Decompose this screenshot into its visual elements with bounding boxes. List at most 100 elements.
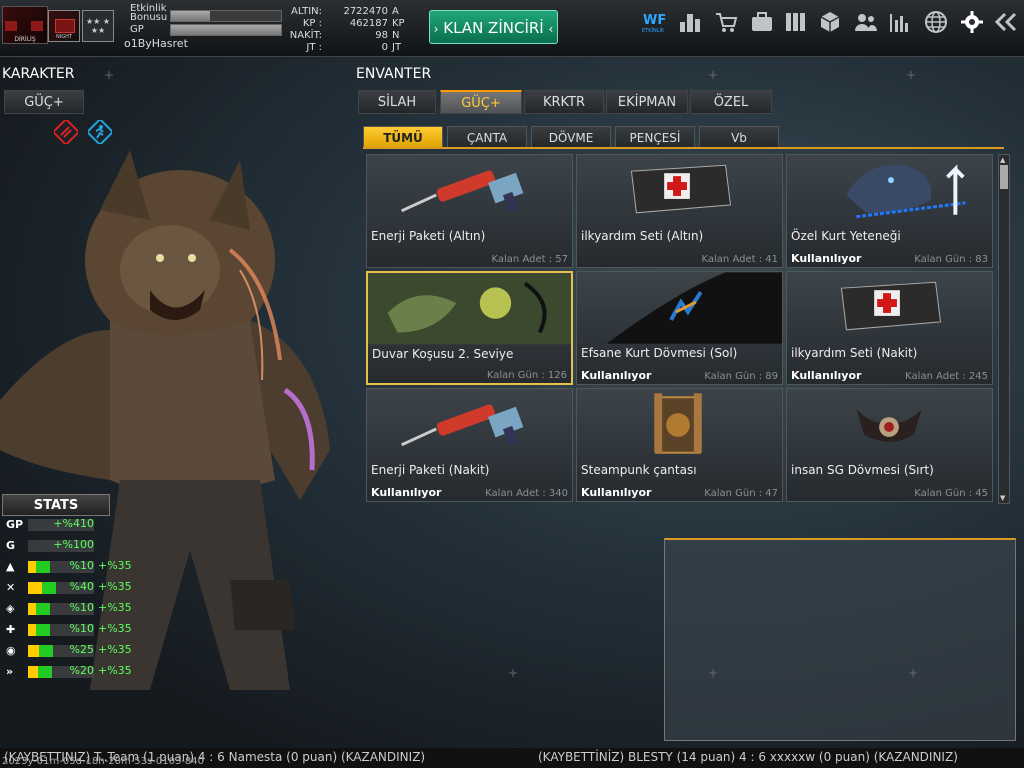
scroll-thumb[interactable] <box>1000 165 1008 189</box>
rank-logo-right-wing <box>31 21 43 31</box>
subtab-pencesi[interactable]: PENÇESİ <box>615 126 695 148</box>
attack-mode-icon[interactable] <box>51 117 81 147</box>
item-status: Kullanılıyor <box>581 486 652 499</box>
item-remaining: Kalan Gün : 45 <box>914 488 988 499</box>
stat-bonus: +%35 <box>98 664 132 677</box>
timestamp: 2023y-01m-05d-18h-20m-53s-0103-840 <box>2 756 204 767</box>
stat-value: %20 <box>69 664 94 677</box>
currency-unit: JT <box>392 42 402 53</box>
item-remaining: Kalan Gün : 83 <box>914 254 988 265</box>
item-name: ilkyardım Seti (Nakit) <box>791 346 918 360</box>
item-status: Kullanılıyor <box>791 369 862 382</box>
friends-icon[interactable] <box>852 8 880 36</box>
emblem-icon <box>856 409 922 442</box>
inventory-item[interactable]: Enerji Paketi (Nakit) Kullanılıyor Kalan… <box>366 388 573 502</box>
briefcase-icon[interactable] <box>748 8 776 36</box>
item-name: insan SG Dövmesi (Sırt) <box>791 463 934 477</box>
subtab-vb[interactable]: Vb <box>699 126 779 148</box>
subtab-dovme[interactable]: DÖVME <box>531 126 611 148</box>
stat-value: %10 <box>69 622 94 635</box>
currency-value: 2722470 <box>343 6 388 17</box>
top-bar: DİRİLİŞ NIGHT ★★ ★ ★★ Etkinlik Bonusu GP… <box>0 0 1024 57</box>
wallrun-icon <box>368 273 571 345</box>
box-icon[interactable] <box>816 8 844 36</box>
stats-icon[interactable] <box>886 8 914 36</box>
tab-guc[interactable]: GÜÇ+ <box>440 90 522 114</box>
inventory-title: ENVANTER <box>356 66 432 82</box>
globe-icon[interactable] <box>922 8 950 36</box>
inventory-item[interactable]: ilkyardım Seti (Nakit) Kullanılıyor Kala… <box>786 271 993 385</box>
chevron-left-icon: ‹ <box>548 22 554 36</box>
currency-label: KP : <box>302 18 322 29</box>
stat-bar-base <box>28 645 39 657</box>
stat-bonus: +%35 <box>98 643 132 656</box>
inventory-item[interactable]: Duvar Koşusu 2. Seviye Kalan Gün : 126 <box>366 271 573 385</box>
gp-label: GP <box>130 24 144 35</box>
currency-label: JT : <box>306 42 322 53</box>
stat-row-health: ✚ %10 +%35 <box>4 621 144 639</box>
scroll-up-icon[interactable]: ▲ <box>1000 156 1005 164</box>
subtab-canta[interactable]: ÇANTA <box>447 126 527 148</box>
wolf-ability-icon <box>846 164 966 219</box>
item-remaining: Kalan Gün : 47 <box>704 488 778 499</box>
run-mode-icon[interactable] <box>85 117 115 147</box>
health-stat-icon: ✚ <box>6 623 16 636</box>
stat-bar-base <box>28 561 36 573</box>
svg-text:WF: WF <box>643 13 666 28</box>
gold-stat-icon: G <box>6 539 16 552</box>
item-status: Kullanılıyor <box>791 252 862 265</box>
stat-value: +%100 <box>53 538 94 551</box>
tab-ekipman[interactable]: EKİPMAN <box>606 90 688 114</box>
inventory-item[interactable]: Özel Kurt Yeteneği Kullanılıyor Kalan Gü… <box>786 154 993 268</box>
event-bonus-label-2: Bonusu <box>130 12 168 23</box>
stat-row-gp: GP +%410 <box>4 516 144 534</box>
item-name: Özel Kurt Yeteneği <box>791 229 901 243</box>
stat-value: %10 <box>69 559 94 572</box>
tab-silah[interactable]: SİLAH <box>358 90 436 114</box>
cart-icon[interactable] <box>712 8 740 36</box>
klan-chain-button[interactable]: › KLAN ZİNCİRİ ‹ <box>429 10 558 44</box>
item-status: Kullanılıyor <box>371 486 442 499</box>
settings-icon[interactable] <box>958 8 986 36</box>
item-name: Enerji Paketi (Altın) <box>371 229 486 243</box>
inventory-item[interactable]: Enerji Paketi (Altın) Kalan Adet : 57 <box>366 154 573 268</box>
syringe-icon <box>401 404 524 447</box>
ranking-icon[interactable] <box>676 8 704 36</box>
exit-icon[interactable] <box>992 8 1020 36</box>
character-tab-guc[interactable]: GÜÇ+ <box>4 90 84 114</box>
inventory-item[interactable]: Steampunk çantası Kullanılıyor Kalan Gün… <box>576 388 783 502</box>
stats-header: STATS <box>2 494 110 516</box>
inventory-item[interactable]: Efsane Kurt Dövmesi (Sol) Kullanılıyor K… <box>576 271 783 385</box>
inventory-item[interactable]: ilkyardım Seti (Altın) Kalan Adet : 41 <box>576 154 783 268</box>
clan-emblem[interactable]: NIGHT <box>48 10 80 42</box>
clan-emblem-label: NIGHT <box>56 34 72 40</box>
inventory-scrollbar[interactable]: ▲ ▼ <box>998 154 1010 504</box>
tab-krktr[interactable]: KRKTR <box>524 90 604 114</box>
stat-row-critical: ◉ %25 +%35 <box>4 642 144 660</box>
attack-stat-icon: ✕ <box>6 581 16 594</box>
stat-row-dash: » %20 +%35 <box>4 663 144 681</box>
lockers-icon[interactable] <box>782 8 810 36</box>
gp-bar-fill <box>171 25 281 35</box>
stat-bar-base <box>28 582 42 594</box>
stat-bar-base <box>28 624 36 636</box>
decorative-plus-icon: + <box>508 666 519 680</box>
tab-ozel[interactable]: ÖZEL <box>690 90 772 114</box>
subtab-tumu[interactable]: TÜMÜ <box>363 126 443 148</box>
event-bonus-bar <box>170 10 282 22</box>
item-remaining: Kalan Adet : 57 <box>491 254 568 265</box>
decorative-plus-icon: + <box>708 68 719 82</box>
stat-bar-bonus <box>36 603 50 615</box>
scroll-down-icon[interactable]: ▼ <box>1000 494 1005 502</box>
stat-row-defense: ◈ %10 +%35 <box>4 600 144 618</box>
gp-bar <box>170 24 282 36</box>
currency-value: 98 <box>375 30 388 41</box>
stat-value: %40 <box>69 580 94 593</box>
event-icon[interactable]: WF ETKİNLİK <box>640 8 668 36</box>
stat-value: %25 <box>69 643 94 656</box>
chevron-right-icon: › <box>433 22 439 36</box>
item-remaining: Kalan Adet : 245 <box>905 371 988 382</box>
currency-value: 462187 <box>349 18 388 29</box>
inventory-item[interactable]: insan SG Dövmesi (Sırt) Kalan Gün : 45 <box>786 388 993 502</box>
item-name: Efsane Kurt Dövmesi (Sol) <box>581 346 738 360</box>
